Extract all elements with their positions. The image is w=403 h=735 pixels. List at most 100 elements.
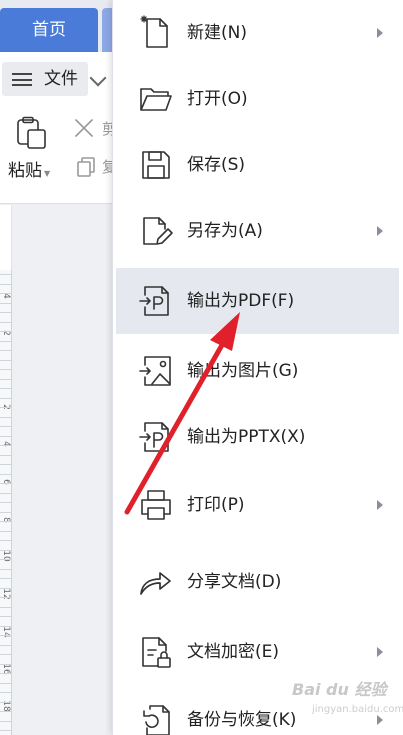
printer-icon (141, 490, 171, 520)
menu-item-export-pptx[interactable]: 输出为PPTX(X) (116, 404, 399, 470)
ribbon: 文件 粘贴 ▼ 剪 复 (0, 52, 116, 204)
submenu-arrow-icon (377, 226, 383, 236)
ruler-mark: 4 (1, 293, 11, 299)
ruler-tick (0, 359, 12, 361)
ruler-tick (0, 283, 12, 285)
editor-background: 首页 文件 粘贴▼ 剪 复 4224681012141618 (0, 0, 116, 735)
hamburger-icon (12, 73, 32, 86)
encrypt-doc-icon (142, 637, 171, 668)
file-menu-button[interactable]: 文件 (2, 62, 88, 96)
watermark-text: Bai du 经验 (292, 680, 387, 699)
menu-item-label: 备份与恢复(K) (187, 710, 297, 730)
ruler-tick (0, 369, 12, 370)
baidu-watermark: Bai du 经验 jingyan.baidu.com (292, 676, 403, 732)
document-area (0, 205, 116, 735)
ruler-tick (0, 720, 12, 722)
save-icon (142, 151, 170, 179)
ruler-tick (0, 388, 12, 389)
menu-item-label: 分享文档(D) (187, 572, 282, 592)
ruler-mark: 14 (1, 626, 11, 638)
menu-item-open[interactable]: 打开(O) (116, 66, 399, 132)
ruler-tick (0, 521, 12, 522)
ruler-tick (0, 321, 12, 323)
ruler-tick (0, 540, 12, 541)
menu-item-label: 输出为PPTX(X) (187, 427, 306, 447)
ruler-tick (0, 492, 12, 494)
menu-item-save-as[interactable]: 另存为(A) (116, 198, 399, 264)
ruler-tick (0, 407, 12, 408)
menu-item-label: 保存(S) (187, 155, 246, 175)
menu-item-label: 输出为PDF(F) (187, 291, 295, 311)
file-dropdown-menu: 新建(N) 打开(O) 保存(S) 另存为(A) 输出为PDF(F) 输出为图片… (112, 0, 403, 735)
ruler-top (0, 205, 12, 270)
watermark-sub: jingyan.baidu.com (312, 704, 403, 715)
menu-item-export-pdf[interactable]: 输出为PDF(F) (116, 268, 399, 334)
ruler-tick (0, 635, 12, 636)
ruler-tick (0, 473, 12, 475)
folder-open-icon (140, 88, 172, 111)
ruler-tick (0, 711, 12, 712)
export-pdf-icon (139, 286, 169, 316)
ruler-mark: 2 (1, 330, 11, 336)
share-icon (140, 572, 171, 595)
menu-item-save[interactable]: 保存(S) (116, 132, 399, 198)
vertical-ruler[interactable]: 4224681012141618 (0, 270, 12, 735)
export-pptx-icon (139, 422, 169, 452)
ruler-tick (0, 426, 12, 427)
new-doc-icon (140, 15, 168, 48)
backup-restore-icon (143, 705, 170, 735)
paste-label: 粘贴 (8, 161, 42, 181)
tab-home[interactable]: 首页 (0, 8, 98, 52)
menu-item-print[interactable]: 打印(P) (116, 472, 399, 538)
menu-item-label: 输出为图片(G) (187, 361, 299, 381)
ruler-tick (0, 340, 12, 342)
ruler-tick (0, 701, 12, 703)
menu-item-label: 另存为(A) (187, 221, 263, 241)
menu-item-share[interactable]: 分享文档(D) (116, 549, 399, 615)
menu-item-label: 打印(P) (187, 495, 245, 515)
ruler-tick (0, 416, 12, 418)
scissors-icon[interactable] (72, 118, 98, 140)
ruler-tick (0, 435, 12, 437)
paste-button[interactable]: 粘贴 ▼ (8, 156, 50, 181)
ruler-tick (0, 502, 12, 503)
ruler-tick (0, 445, 12, 446)
export-image-icon (139, 356, 171, 386)
ruler-tick (0, 293, 12, 294)
ruler-mark: 4 (1, 441, 11, 447)
ruler-tick (0, 692, 12, 693)
ruler-tick (0, 663, 12, 665)
ruler-tick (0, 350, 12, 351)
ruler-tick (0, 587, 12, 589)
ruler-tick (0, 654, 12, 655)
chevron-down-icon[interactable] (89, 69, 107, 87)
ruler-tick (0, 644, 12, 646)
caret-down-icon: ▼ (44, 169, 51, 178)
ruler-mark: 6 (1, 479, 11, 485)
ruler-tick (0, 331, 12, 332)
ruler-tick (0, 606, 12, 608)
menu-item-new[interactable]: 新建(N) (116, 0, 399, 66)
menu-item-export-image[interactable]: 输出为图片(G) (116, 338, 399, 404)
ruler-tick (0, 530, 12, 532)
ruler-tick (0, 312, 12, 313)
ruler-tick (0, 378, 12, 380)
ruler-tick (0, 549, 12, 551)
ruler-tick (0, 568, 12, 570)
copy-icon[interactable] (76, 156, 96, 178)
submenu-arrow-icon (377, 647, 383, 657)
ruler-tick (0, 730, 12, 731)
submenu-arrow-icon (377, 28, 383, 38)
ruler-tick (0, 578, 12, 579)
ruler-mark: 8 (1, 517, 11, 523)
submenu-arrow-icon (377, 500, 383, 510)
ruler-tick (0, 454, 12, 456)
ruler-tick (0, 511, 12, 513)
ruler-tick (0, 682, 12, 684)
ruler-tick (0, 625, 12, 627)
tab-bar: 首页 (0, 0, 116, 52)
ruler-tick (0, 483, 12, 484)
ruler-tick (0, 274, 12, 275)
ruler-mark: 10 (1, 550, 11, 562)
clipboard-icon[interactable] (14, 116, 48, 150)
